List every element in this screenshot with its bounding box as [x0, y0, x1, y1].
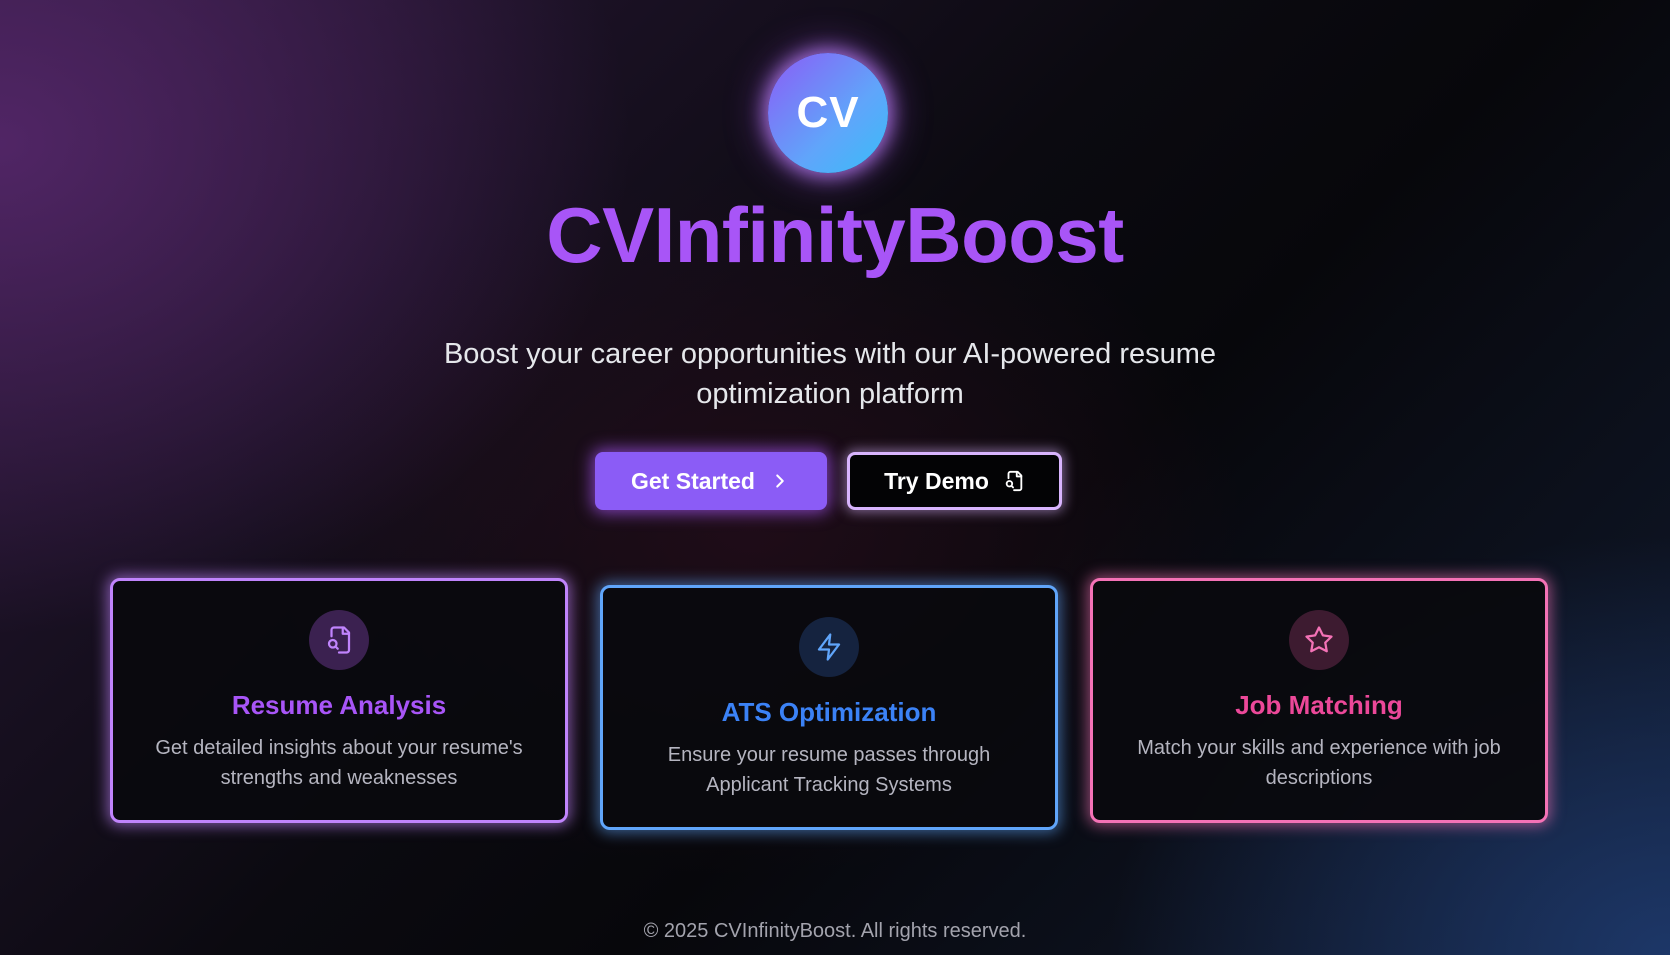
feature-card-ats-optimization[interactable]: ATS Optimization Ensure your resume pass… — [600, 585, 1058, 830]
page-title: CVInfinityBoost — [546, 191, 1124, 279]
get-started-button[interactable]: Get Started — [595, 452, 827, 510]
feature-card-resume-analysis[interactable]: Resume Analysis Get detailed insights ab… — [110, 578, 568, 823]
get-started-label: Get Started — [631, 467, 755, 494]
try-demo-button[interactable]: Try Demo — [847, 452, 1062, 510]
feature-icon-badge — [1289, 610, 1349, 670]
landing-page: CV CVInfinityBoost Boost your career opp… — [0, 0, 1670, 955]
lightning-icon — [817, 633, 841, 661]
file-search-icon — [1005, 470, 1023, 492]
hero-subtitle: Boost your career opportunities with our… — [443, 338, 1217, 410]
feature-title: Job Matching — [1235, 690, 1403, 720]
feature-icon-badge — [309, 610, 369, 670]
feature-card-job-matching[interactable]: Job Matching Match your skills and exper… — [1090, 578, 1548, 823]
chevron-right-icon — [776, 474, 784, 488]
feature-icon-badge — [799, 617, 859, 677]
feature-title: Resume Analysis — [231, 690, 447, 720]
file-search-icon — [327, 626, 351, 654]
feature-description: Ensure your resume passes through Applic… — [667, 744, 991, 796]
logo-badge: CV — [768, 53, 888, 173]
feature-description: Get detailed insights about your resume'… — [155, 737, 523, 789]
feature-description: Match your skills and experience with jo… — [1137, 737, 1501, 789]
feature-title: ATS Optimization — [721, 697, 937, 727]
try-demo-label: Try Demo — [884, 467, 989, 494]
footer-copyright: © 2025 CVInfinityBoost. All rights reser… — [643, 920, 1027, 942]
star-icon — [1305, 626, 1333, 653]
logo-text: CV — [796, 88, 860, 137]
